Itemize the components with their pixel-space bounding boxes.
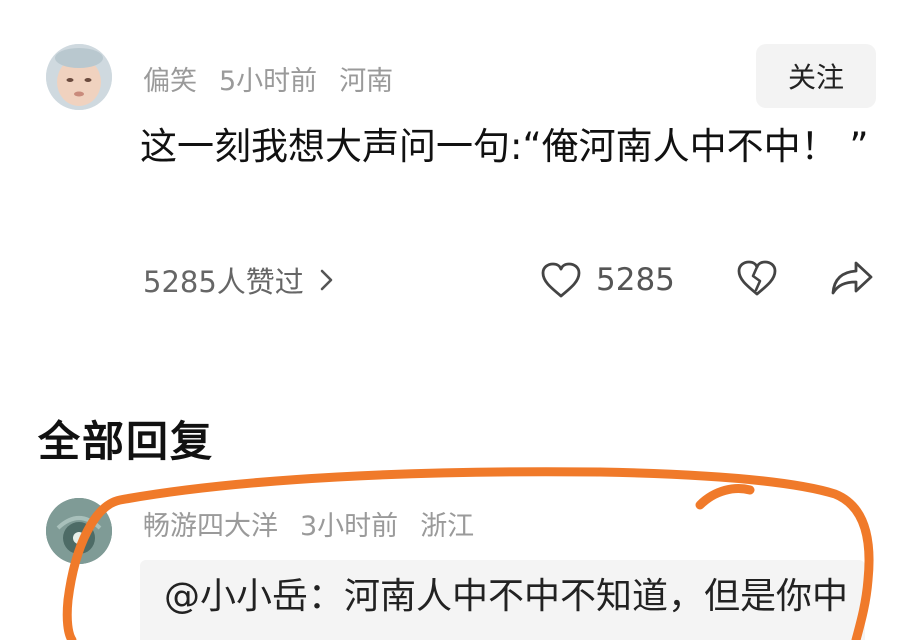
- comment-meta: 偏笑 5小时前 河南: [143, 59, 394, 98]
- reply-location: 浙江: [420, 510, 475, 542]
- section-title: 全部回复: [38, 417, 215, 466]
- location: 河南: [339, 65, 394, 97]
- broken-heart-icon[interactable]: [736, 258, 778, 298]
- timestamp: 5小时前: [219, 65, 318, 97]
- chevron-right-icon: [318, 267, 336, 293]
- avatar[interactable]: [46, 44, 112, 110]
- reply-username[interactable]: 畅游四大洋: [143, 504, 278, 543]
- like-count: 5285: [596, 262, 675, 298]
- avatar-image-icon: [46, 498, 112, 564]
- reply-avatar[interactable]: [46, 498, 112, 564]
- comment-page: 偏笑 5小时前 河南 关注 这一刻我想大声问一句:“俺河南人中不中！ ” 528…: [0, 0, 922, 640]
- baby-avatar-icon: [46, 44, 112, 110]
- likers-link[interactable]: 5285人赞过: [143, 258, 336, 302]
- comment-text: 这一刻我想大声问一句:“俺河南人中不中！ ”: [140, 125, 869, 168]
- reply-timestamp: 3小时前: [300, 510, 399, 542]
- likers-label: 5285人赞过: [143, 265, 304, 299]
- reply-quote-box[interactable]: @小小岳：河南人中不中不知道，但是你中: [140, 560, 865, 640]
- reply-text: @小小岳：河南人中不中不知道，但是你中: [164, 576, 849, 617]
- follow-button[interactable]: 关注: [756, 44, 876, 108]
- username[interactable]: 偏笑: [143, 59, 197, 98]
- share-arrow-icon[interactable]: [830, 258, 874, 298]
- heart-outline-icon: [540, 261, 582, 299]
- like-button[interactable]: 5285: [540, 256, 675, 304]
- reply-meta: 畅游四大洋 3小时前 浙江: [143, 504, 475, 543]
